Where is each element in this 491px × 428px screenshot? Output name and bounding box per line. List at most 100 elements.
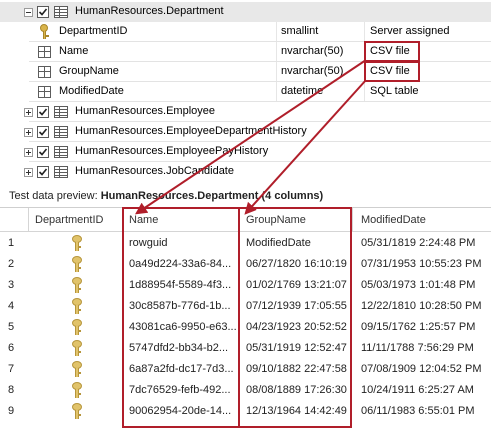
tree-table-employee-department-history[interactable]: HumanResources.EmployeeDepartmentHistory [0,122,491,142]
table-row[interactable]: 7 6a87a2fd-dc17-7d3... 09/10/1882 22:47:58… [0,359,491,380]
row-number: 1 [8,237,15,249]
header-groupname[interactable]: GroupName [246,214,306,226]
row-number: 4 [8,300,15,312]
column-source[interactable]: SQL table [370,85,419,97]
column-name: GroupName [59,65,119,77]
expand-icon[interactable] [24,168,33,177]
column-type: nvarchar(50) [281,65,344,77]
preview-label: Test data preview: HumanResources.Depart… [9,190,323,202]
groupname-cell: ModifiedDate [246,237,311,249]
table-name: HumanResources.Employee [75,105,216,117]
name-cell: 90062954-20de-14... [129,405,232,417]
name-cell: 5747dfd2-bb34-b2... [129,342,229,354]
header-modifieddate[interactable]: ModifiedDate [361,214,426,226]
table-checkbox[interactable] [37,166,49,178]
expand-icon[interactable] [24,108,33,117]
row-number: 5 [8,321,15,333]
table-row[interactable]: 3 1d88954f-5589-4f3... 01/02/1769 13:21:07… [0,275,491,296]
groupname-cell: 01/02/1769 13:21:07 [246,279,347,291]
column-name: ModifiedDate [59,85,124,97]
modifieddate-cell: 10/24/1911 6:25:27 AM [361,384,474,396]
column-name: DepartmentID [59,25,128,37]
name-cell: 0a49d224-33a6-84... [129,258,232,270]
groupname-cell: 05/31/1919 12:52:47 [246,342,347,354]
groupname-cell: 07/12/1939 17:05:55 [246,300,347,312]
key-icon [72,277,82,294]
table-name: HumanResources.JobCandidate [75,165,234,177]
column-icon [38,46,51,58]
name-cell: 1d88954f-5589-4f3... [129,279,232,291]
table-row[interactable]: 6 5747dfd2-bb34-b2... 05/31/1919 12:52:47 1… [0,338,491,359]
key-icon [72,256,82,273]
name-cell: rowguid [129,237,168,249]
tree-table-employee-pay-history[interactable]: HumanResources.EmployeePayHistory [0,142,491,162]
name-cell: 6a87a2fd-dc17-7d3... [129,363,234,375]
tree-table-job-candidate[interactable]: HumanResources.JobCandidate [0,162,491,182]
column-source[interactable]: CSV file [370,45,410,57]
tree-table-employee[interactable]: HumanResources.Employee [0,102,491,122]
table-icon [54,166,68,178]
table-icon [54,106,68,118]
table-icon [54,126,68,138]
key-icon [72,298,82,315]
modifieddate-cell: 09/15/1762 1:25:57 PM [361,321,476,333]
expand-icon[interactable] [24,148,33,157]
row-number: 2 [8,258,15,270]
table-icon [54,146,68,158]
column-icon [38,86,51,98]
groupname-cell: 09/10/1882 22:47:58 [246,363,347,375]
table-name: HumanResources.EmployeePayHistory [75,145,269,157]
row-number: 6 [8,342,15,354]
grid-header: DepartmentID Name GroupName ModifiedDate [0,208,491,232]
schema-tree: HumanResources.Department DepartmentID s… [0,0,491,183]
groupname-cell: 04/23/1923 20:52:52 [246,321,347,333]
table-row[interactable]: 8 7dc76529-fefb-492... 08/08/1889 17:26:30… [0,380,491,401]
modifieddate-cell: 11/11/1788 7:56:29 PM [361,342,474,354]
key-icon [72,319,82,336]
table-icon [54,6,68,18]
expand-icon[interactable] [24,128,33,137]
table-row[interactable]: 1 rowguid ModifiedDate 05/31/1819 2:24:48 P… [0,233,491,254]
header-name[interactable]: Name [129,214,158,226]
modifieddate-cell: 05/31/1819 2:24:48 PM [361,237,476,249]
table-row[interactable]: 9 90062954-20de-14... 12/13/1964 14:42:49 0… [0,401,491,422]
row-number: 7 [8,363,15,375]
column-type: datetime [281,85,324,97]
table-row[interactable]: 5 43081ca6-9950-e63... 04/23/1923 20:52:52… [0,317,491,338]
key-icon [72,340,82,357]
tree-column-row[interactable]: ModifiedDate datetime SQL table [0,82,491,102]
modifieddate-cell: 06/11/1983 6:55:01 PM [361,405,475,417]
tree-column-row[interactable]: DepartmentID smallint Server assigned [0,22,491,42]
preview-label-table: HumanResources.Department (4 columns) [100,190,324,202]
table-row[interactable]: 4 30c8587b-776d-1b... 07/12/1939 17:05:55 1… [0,296,491,317]
tree-table-department[interactable]: HumanResources.Department [0,2,491,22]
column-type: nvarchar(50) [281,45,344,57]
preview-label-prefix: Test data preview: [9,190,101,202]
key-icon [72,403,82,420]
preview-grid: DepartmentID Name GroupName ModifiedDate… [0,207,491,428]
table-name: HumanResources.Department [75,5,224,17]
tree-column-row[interactable]: Name nvarchar(50) CSV file [0,42,491,62]
column-name: Name [59,45,89,57]
groupname-cell: 08/08/1889 17:26:30 [246,384,347,396]
row-number: 9 [8,405,15,417]
table-checkbox[interactable] [37,106,49,118]
tree-column-row[interactable]: GroupName nvarchar(50) CSV file [0,62,491,82]
header-departmentid[interactable]: DepartmentID [35,214,103,226]
name-cell: 7dc76529-fefb-492... [129,384,231,396]
column-source[interactable]: Server assigned [370,25,450,37]
table-name: HumanResources.EmployeeDepartmentHistory [75,125,307,137]
name-cell: 30c8587b-776d-1b... [129,300,231,312]
modifieddate-cell: 12/22/1810 10:28:50 PM [361,300,482,312]
column-source[interactable]: CSV file [370,65,410,77]
row-number: 8 [8,384,15,396]
collapse-icon[interactable] [24,8,33,17]
modifieddate-cell: 05/03/1973 1:01:48 PM [361,279,476,291]
name-cell: 43081ca6-9950-e63... [129,321,237,333]
column-icon [38,66,51,78]
groupname-cell: 06/27/1820 16:10:19 [246,258,347,270]
table-checkbox[interactable] [37,146,49,158]
table-row[interactable]: 2 0a49d224-33a6-84... 06/27/1820 16:10:19 0… [0,254,491,275]
table-checkbox[interactable] [37,6,49,18]
table-checkbox[interactable] [37,126,49,138]
